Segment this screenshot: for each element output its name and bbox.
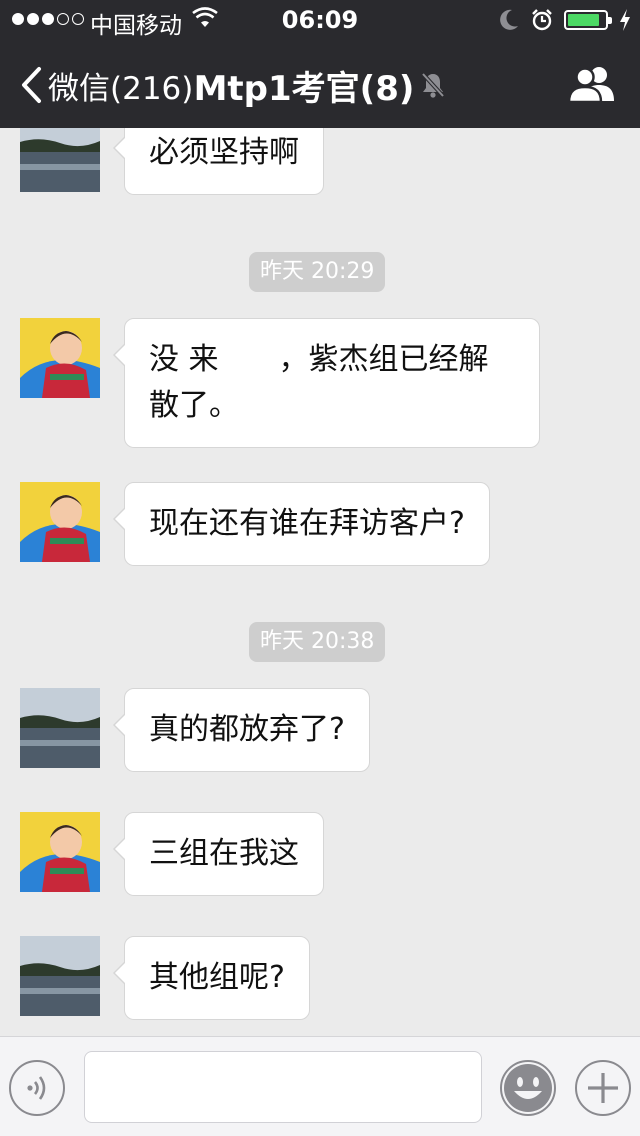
voice-button[interactable] [9,1060,65,1116]
message-bubble[interactable]: 现在还有谁在拜访客户? [113,482,490,566]
message-input[interactable] [84,1051,482,1123]
message-text-line-2: 散了。 [149,388,239,423]
message-text: 必须坚持啊 [149,135,299,170]
timestamp: 昨天 20:29 [249,252,386,292]
avatar-baby[interactable] [20,318,100,398]
voice-icon [27,1076,46,1100]
message-list[interactable]: 必须坚持啊 昨天 20:29 没 来 ，紫杰组已经解 散了。 现在还有谁在拜访客… [0,128,640,1036]
message-text: 其他组呢? [149,960,285,995]
top-bar: 中国移动 06:09 微信(216) Mtp1考官(8) [0,0,640,128]
message-bubble[interactable]: 三组在我这 [113,812,324,896]
mute-bell-icon [421,72,445,98]
more-button[interactable] [575,1060,631,1116]
battery-icon [564,10,612,30]
message-text: 三组在我这 [149,836,299,871]
status-bar: 中国移动 06:09 [0,0,640,40]
avatar-landscape[interactable] [20,688,100,768]
moon-icon [500,9,518,30]
group-members-icon [567,67,614,104]
input-bar [0,1036,640,1136]
message-bubble[interactable]: 真的都放弃了? [113,688,370,772]
message-bubble[interactable]: 没 来 ，紫杰组已经解 散了。 [113,318,540,448]
charging-bolt-icon [620,9,630,31]
emoji-button[interactable] [500,1060,556,1116]
message-text: 没 来 ，紫杰组已经解 [149,342,489,377]
chat-title: Mtp1考官(8) [193,68,415,109]
plus-icon [588,1073,618,1103]
avatar-baby[interactable] [20,812,100,892]
back-chevron-icon [22,67,41,103]
alarm-icon [532,9,552,31]
timestamp: 昨天 20:38 [249,622,386,662]
message-bubble[interactable]: 其他组呢? [113,936,310,1020]
message-text: 现在还有谁在拜访客户? [149,506,465,541]
battery-fill [568,14,599,26]
avatar-baby[interactable] [20,482,100,562]
message-bubble[interactable]: 必须坚持啊 [113,128,324,195]
avatar-landscape[interactable] [20,128,100,192]
message-text: 真的都放弃了? [149,712,345,747]
back-label: 微信(216) [48,70,194,107]
emoji-icon [504,1064,552,1112]
group-members-button[interactable] [566,64,618,108]
avatar-landscape[interactable] [20,936,100,1016]
back-button[interactable]: 微信(216) [20,62,193,108]
